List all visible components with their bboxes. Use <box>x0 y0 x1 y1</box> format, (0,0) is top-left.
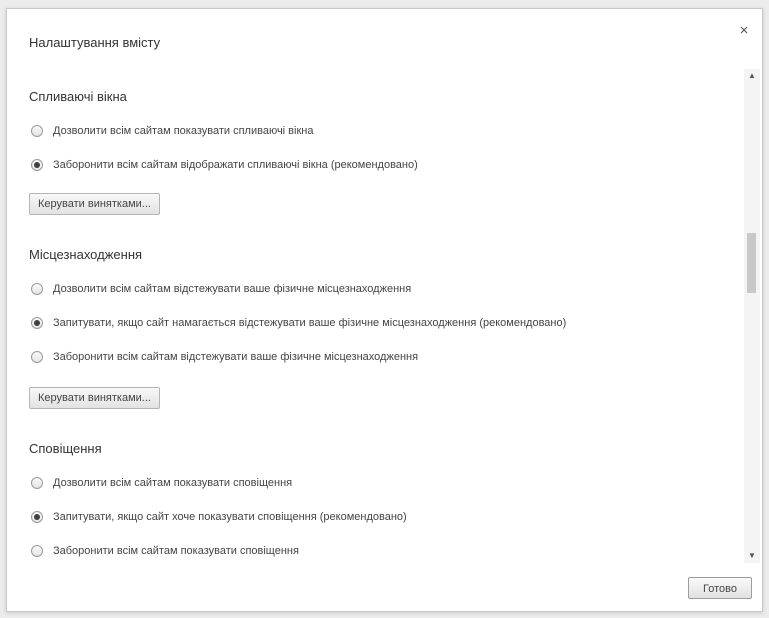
radio-button-checked[interactable] <box>31 159 43 171</box>
done-button[interactable]: Готово <box>688 577 752 599</box>
radio-button-checked[interactable] <box>31 317 43 329</box>
manage-exceptions-popups-button[interactable]: Керувати винятками... <box>29 193 160 215</box>
radio-location-allow[interactable]: Дозволити всім сайтам відстежувати ваше … <box>31 283 411 295</box>
radio-label: Дозволити всім сайтам показувати спливаю… <box>53 125 314 137</box>
radio-label: Дозволити всім сайтам показувати сповіще… <box>53 477 293 489</box>
radio-label: Запитувати, якщо сайт намагається відсте… <box>53 317 567 329</box>
settings-content: Спливаючі вікна Дозволити всім сайтам по… <box>7 69 745 565</box>
dialog-title: Налаштування вмісту <box>29 35 161 50</box>
radio-notifications-ask[interactable]: Запитувати, якщо сайт хоче показувати сп… <box>31 511 407 523</box>
section-title-notifications: Сповіщення <box>29 441 102 456</box>
radio-button[interactable] <box>31 125 43 137</box>
radio-popups-allow[interactable]: Дозволити всім сайтам показувати спливаю… <box>31 125 313 137</box>
radio-label: Дозволити всім сайтам відстежувати ваше … <box>53 283 412 295</box>
content-settings-dialog: Налаштування вмісту × Спливаючі вікна До… <box>6 8 763 612</box>
section-notifications: Сповіщення <box>29 441 102 456</box>
radio-button[interactable] <box>31 283 43 295</box>
radio-notifications-block[interactable]: Заборонити всім сайтам показувати сповіщ… <box>31 545 299 557</box>
section-title-popups: Спливаючі вікна <box>29 89 127 104</box>
close-icon[interactable]: × <box>736 23 752 39</box>
vertical-scrollbar[interactable]: ▲ ▼ <box>744 69 760 563</box>
radio-button[interactable] <box>31 545 43 557</box>
radio-popups-block[interactable]: Заборонити всім сайтам відображати сплив… <box>31 159 418 171</box>
scroll-up-icon[interactable]: ▲ <box>744 69 760 83</box>
section-location: Місцезнаходження <box>29 247 142 262</box>
radio-button-checked[interactable] <box>31 511 43 523</box>
radio-button[interactable] <box>31 477 43 489</box>
section-title-location: Місцезнаходження <box>29 247 143 262</box>
manage-exceptions-location-button[interactable]: Керувати винятками... <box>29 387 160 409</box>
scroll-down-icon[interactable]: ▼ <box>744 549 760 563</box>
radio-location-ask[interactable]: Запитувати, якщо сайт намагається відсте… <box>31 317 566 329</box>
radio-label: Заборонити всім сайтам показувати сповіщ… <box>53 545 299 557</box>
radio-label: Заборонити всім сайтам відстежувати ваше… <box>53 351 419 363</box>
section-popups: Спливаючі вікна <box>29 89 127 104</box>
radio-label: Заборонити всім сайтам відображати сплив… <box>53 159 418 171</box>
radio-notifications-allow[interactable]: Дозволити всім сайтам показувати сповіще… <box>31 477 292 489</box>
radio-label: Запитувати, якщо сайт хоче показувати сп… <box>53 511 407 523</box>
radio-button[interactable] <box>31 351 43 363</box>
radio-location-block[interactable]: Заборонити всім сайтам відстежувати ваше… <box>31 351 418 363</box>
scroll-thumb[interactable] <box>747 233 756 293</box>
